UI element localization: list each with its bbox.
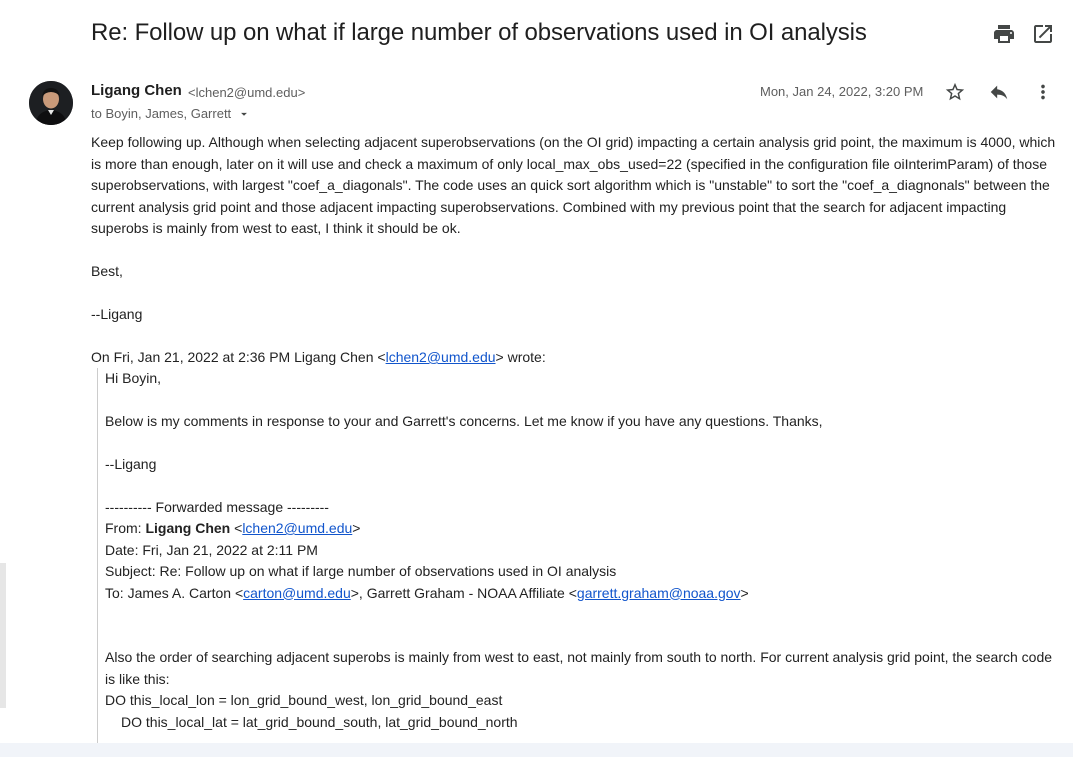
arrow-drop-down-icon[interactable]: [237, 107, 251, 121]
body-paragraph: Keep following up. Although when selecti…: [91, 134, 1056, 236]
forwarded-from: From: Ligang Chen <lchen2@umd.edu>: [105, 518, 1057, 540]
forwarded-date: Date: Fri, Jan 21, 2022 at 2:11 PM: [105, 541, 318, 558]
email-body: Keep following up. Although when selecti…: [91, 132, 1061, 369]
quote-intro: On Fri, Jan 21, 2022 at 2:36 PM Ligang C…: [91, 347, 1061, 369]
left-scroll-edge: [0, 563, 6, 708]
more-vert-icon[interactable]: [1032, 81, 1054, 103]
from-name: Ligang Chen: [145, 520, 231, 536]
email-subject: Re: Follow up on what if large number of…: [91, 19, 867, 46]
code-line-1: DO this_local_lon = lon_grid_bound_west,…: [105, 692, 503, 708]
from-close: >: [352, 520, 361, 536]
quote-intro-suffix: > wrote:: [495, 349, 546, 365]
signature: --Ligang: [91, 306, 143, 322]
to-close: >: [740, 584, 749, 601]
subject-row: Re: Follow up on what if large number of…: [0, 0, 1073, 68]
closing: Best,: [91, 263, 123, 279]
from-label: From:: [105, 520, 146, 536]
quote-intro-email-link[interactable]: lchen2@umd.edu: [386, 349, 496, 365]
from-open: <: [230, 520, 243, 536]
to-email-link-graham[interactable]: garrett.graham@noaa.gov: [577, 585, 741, 601]
print-icon[interactable]: [992, 22, 1016, 46]
quoted-message: Hi Boyin, Below is my comments in respon…: [97, 368, 1057, 748]
quoted-signature: --Ligang: [105, 455, 157, 472]
quoted-comment: Below is my comments in response to your…: [105, 412, 823, 429]
star-icon[interactable]: [944, 81, 966, 103]
sender-name[interactable]: Ligang Chen: [91, 82, 182, 99]
open-in-new-icon[interactable]: [1031, 22, 1055, 46]
forwarded-subject: Subject: Re: Follow up on what if large …: [105, 563, 617, 579]
to-mid: >, Garrett Graham - NOAA Affiliate <: [350, 584, 577, 601]
order-paragraph: Also the order of searching adjacent sup…: [105, 649, 1053, 687]
forwarded-header: ---------- Forwarded message ---------: [105, 498, 329, 515]
email-date: Mon, Jan 24, 2022, 3:20 PM: [760, 84, 924, 99]
code-line-2: DO this_local_lat = lat_grid_bound_south…: [121, 713, 518, 730]
recipients: to Boyin, James, Garrett: [91, 106, 251, 121]
bottom-strip: [0, 743, 1073, 757]
reply-icon[interactable]: [988, 81, 1010, 103]
to-label: To: James A. Carton <: [105, 584, 244, 601]
sender-email: <lchen2@umd.edu>: [188, 85, 306, 100]
recipients-label: to Boyin, James, Garrett: [91, 106, 232, 121]
avatar[interactable]: [29, 81, 73, 125]
from-email-link[interactable]: lchen2@umd.edu: [242, 520, 352, 536]
quote-intro-prefix: On Fri, Jan 21, 2022 at 2:36 PM Ligang C…: [91, 349, 386, 365]
forwarded-to: To: James A. Carton <carton@umd.edu>, Ga…: [105, 583, 1057, 605]
quoted-greeting: Hi Boyin,: [105, 370, 162, 386]
to-email-link-carton[interactable]: carton@umd.edu: [243, 585, 351, 601]
